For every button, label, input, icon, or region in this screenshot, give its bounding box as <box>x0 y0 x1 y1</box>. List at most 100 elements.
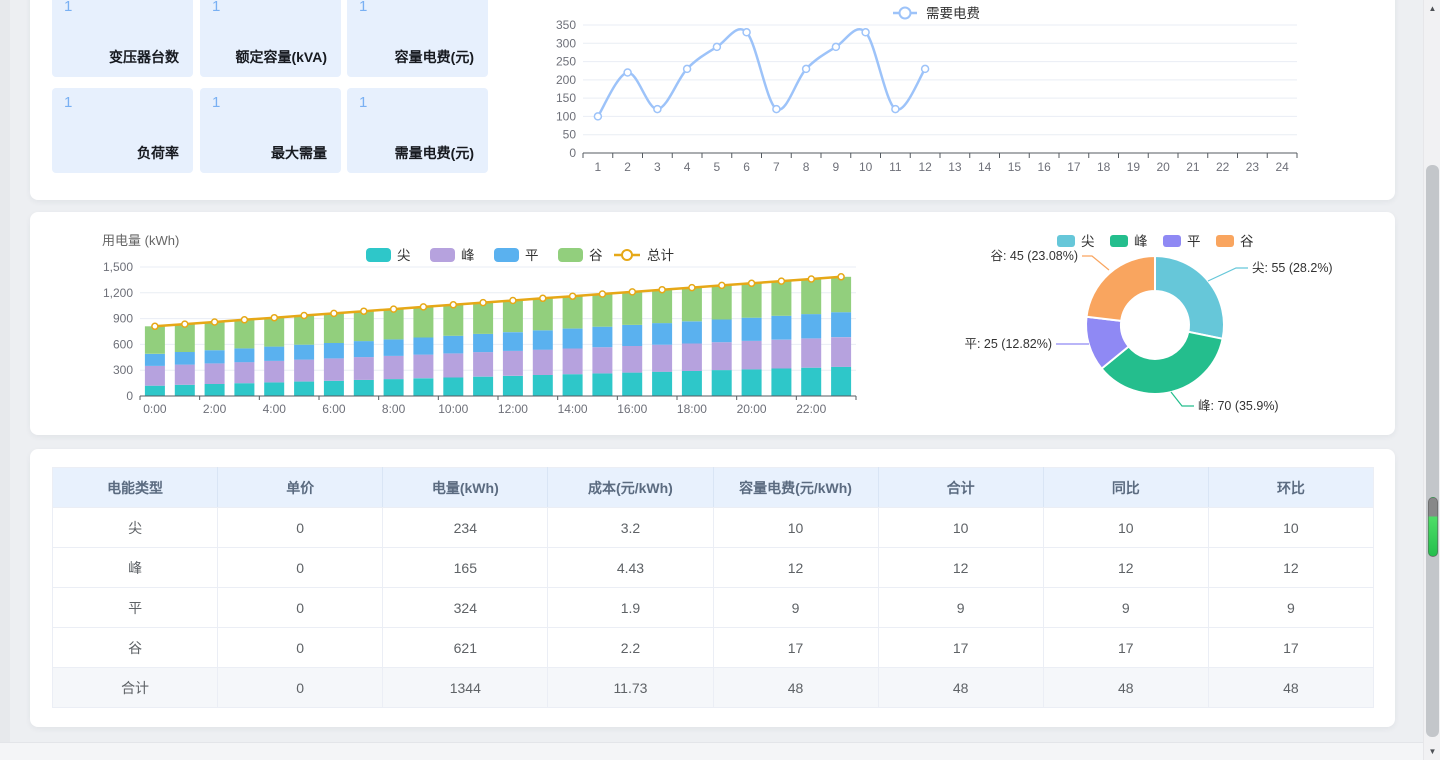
total-line-point[interactable] <box>510 298 516 304</box>
bar-segment[interactable] <box>443 336 463 354</box>
bar-segment[interactable] <box>592 373 612 396</box>
scrollbar-green-marker[interactable] <box>1428 497 1438 557</box>
bar-segment[interactable] <box>324 313 344 343</box>
bar-segment[interactable] <box>264 361 284 383</box>
bar-segment[interactable] <box>234 348 254 362</box>
bar-segment[interactable] <box>175 365 195 385</box>
total-line-point[interactable] <box>182 321 188 327</box>
line-point[interactable] <box>773 106 780 113</box>
total-line-point[interactable] <box>659 287 665 293</box>
bar-segment[interactable] <box>175 385 195 396</box>
bar-segment[interactable] <box>294 382 314 396</box>
total-line-point[interactable] <box>241 317 247 323</box>
bar-segment[interactable] <box>652 345 672 372</box>
bar-segment[interactable] <box>324 358 344 380</box>
total-line-point[interactable] <box>749 280 755 286</box>
total-line-point[interactable] <box>450 302 456 308</box>
bar-segment[interactable] <box>742 341 762 369</box>
bar-segment[interactable] <box>592 294 612 327</box>
total-line-point[interactable] <box>391 306 397 312</box>
line-point[interactable] <box>713 43 720 50</box>
total-line-point[interactable] <box>212 319 218 325</box>
bar-segment[interactable] <box>503 332 523 351</box>
bar-segment[interactable] <box>801 314 821 338</box>
bar-segment[interactable] <box>622 292 642 325</box>
bar-segment[interactable] <box>145 366 165 386</box>
bar-segment[interactable] <box>205 384 225 396</box>
bar-segment[interactable] <box>443 353 463 377</box>
legend-item[interactable]: 平 <box>494 248 539 263</box>
bar-segment[interactable] <box>443 305 463 336</box>
line-point[interactable] <box>832 43 839 50</box>
bar-segment[interactable] <box>652 323 672 345</box>
bar-segment[interactable] <box>384 309 404 339</box>
bar-segment[interactable] <box>563 329 583 349</box>
bar-segment[interactable] <box>384 379 404 396</box>
legend-item[interactable]: 需要电费 <box>893 6 980 21</box>
line-point[interactable] <box>624 69 631 76</box>
bar-segment[interactable] <box>533 375 553 396</box>
bar-segment[interactable] <box>175 352 195 365</box>
bar-segment[interactable] <box>354 341 374 357</box>
bar-segment[interactable] <box>264 382 284 396</box>
bar-segment[interactable] <box>234 362 254 383</box>
legend-item[interactable]: 峰 <box>430 248 475 263</box>
legend-item[interactable]: 峰 <box>1110 234 1148 249</box>
total-line-point[interactable] <box>480 300 486 306</box>
bar-segment[interactable] <box>622 346 642 373</box>
bar-segment[interactable] <box>533 298 553 330</box>
bar-segment[interactable] <box>682 288 702 322</box>
bar-segment[interactable] <box>473 334 493 352</box>
legend-item[interactable]: 总计 <box>614 248 674 263</box>
bar-segment[interactable] <box>354 311 374 341</box>
total-line-point[interactable] <box>808 276 814 282</box>
scrollbar-up-icon[interactable]: ▲ <box>1424 0 1440 17</box>
bar-segment[interactable] <box>771 316 791 340</box>
bar-segment[interactable] <box>205 363 225 384</box>
bar-segment[interactable] <box>682 344 702 372</box>
bar-segment[interactable] <box>175 324 195 352</box>
bar-segment[interactable] <box>294 316 314 345</box>
line-point[interactable] <box>743 29 750 36</box>
line-point[interactable] <box>654 106 661 113</box>
total-line-point[interactable] <box>778 278 784 284</box>
bar-segment[interactable] <box>831 277 851 312</box>
line-series[interactable] <box>598 29 925 116</box>
legend-item[interactable]: 尖 <box>366 248 411 263</box>
bar-segment[interactable] <box>712 370 732 396</box>
bar-segment[interactable] <box>145 354 165 366</box>
total-line-point[interactable] <box>331 310 337 316</box>
scrollbar-down-icon[interactable]: ▼ <box>1424 743 1440 760</box>
bar-segment[interactable] <box>622 373 642 396</box>
bar-segment[interactable] <box>503 376 523 396</box>
bar-segment[interactable] <box>205 322 225 350</box>
bar-segment[interactable] <box>742 283 762 317</box>
bar-segment[interactable] <box>592 347 612 373</box>
line-point[interactable] <box>594 113 601 120</box>
scrollbar-thumb[interactable] <box>1426 165 1439 737</box>
bar-segment[interactable] <box>234 383 254 396</box>
total-line-point[interactable] <box>361 308 367 314</box>
donut-slice[interactable] <box>1087 256 1156 321</box>
bar-segment[interactable] <box>592 327 612 348</box>
total-line-point[interactable] <box>629 289 635 295</box>
total-line-point[interactable] <box>420 304 426 310</box>
total-line-point[interactable] <box>540 295 546 301</box>
total-line-point[interactable] <box>599 291 605 297</box>
bar-segment[interactable] <box>294 345 314 360</box>
bar-segment[interactable] <box>682 371 702 396</box>
total-line-point[interactable] <box>838 274 844 280</box>
bar-segment[interactable] <box>413 307 433 338</box>
bar-segment[interactable] <box>264 318 284 347</box>
legend-item[interactable]: 谷 <box>1216 234 1254 249</box>
bar-segment[interactable] <box>384 339 404 356</box>
bar-segment[interactable] <box>712 320 732 343</box>
bar-segment[interactable] <box>413 378 433 396</box>
line-point[interactable] <box>803 65 810 72</box>
bar-segment[interactable] <box>771 281 791 316</box>
bar-segment[interactable] <box>354 357 374 380</box>
legend-item[interactable]: 尖 <box>1057 234 1095 249</box>
bar-segment[interactable] <box>652 290 672 323</box>
bar-segment[interactable] <box>563 296 583 328</box>
bar-segment[interactable] <box>443 378 463 397</box>
